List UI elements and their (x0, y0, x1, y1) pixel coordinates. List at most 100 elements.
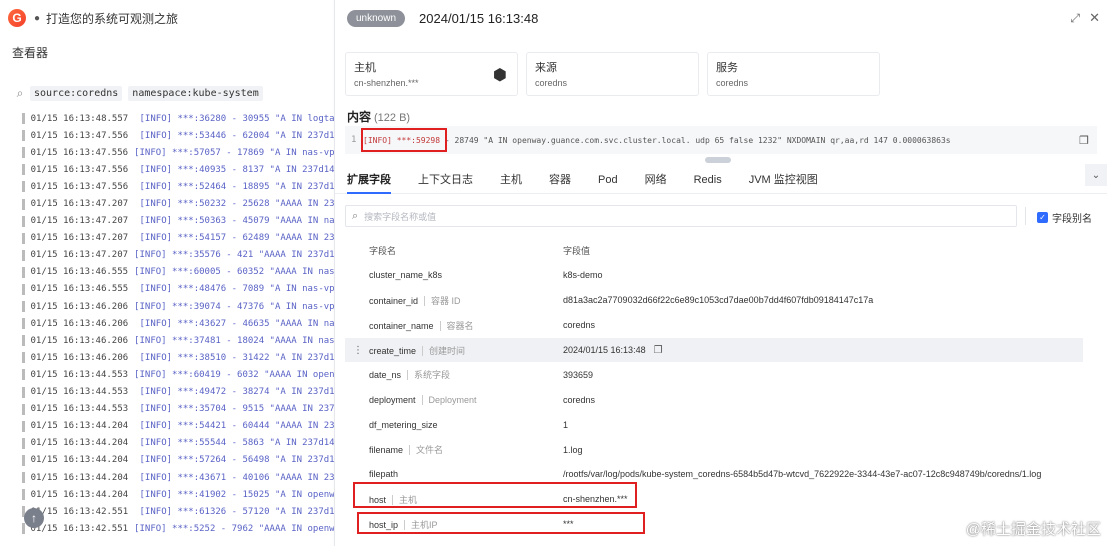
log-row[interactable]: 01/15 16:13:47.556 [INFO] ***:40935 - 813… (0, 161, 340, 178)
search-token-namespace[interactable]: namespace:kube-system (128, 85, 263, 101)
log-row[interactable]: 01/15 16:13:44.553 [INFO] ***:35704 - 951… (0, 401, 340, 418)
tab-5[interactable]: 网络 (645, 166, 667, 194)
more-vertical-icon[interactable]: ⋮ (353, 345, 363, 356)
field-row[interactable]: deployment Deployment coredns (345, 387, 1083, 412)
tab-3[interactable]: 容器 (549, 166, 571, 194)
cube-icon: ⬢ (493, 67, 507, 84)
log-time: 01/15 16:13:46.206 (30, 318, 129, 329)
log-row[interactable]: 01/15 16:13:44.553 [INFO] ***:49472 - 382… (0, 384, 340, 401)
field-key: container_name (369, 320, 434, 331)
log-row[interactable]: 01/15 16:13:47.207 [INFO] ***:50363 - 450… (0, 213, 340, 230)
tab-2[interactable]: 主机 (500, 166, 522, 194)
field-name: container_id 容器 ID (369, 294, 461, 307)
log-row[interactable]: 01/15 16:13:44.204 [INFO] ***:55544 - 586… (0, 435, 340, 452)
field-value-text: 2024/01/15 16:13:48 (563, 344, 646, 355)
corner-watermark: @稀土掘金技术社区 (965, 521, 1101, 538)
copy-icon[interactable]: ❐ (1079, 134, 1089, 147)
copy-icon[interactable]: ❐ (654, 345, 663, 356)
fullscreen-icon[interactable]: ⤢ (1070, 11, 1080, 26)
resize-handle[interactable] (705, 157, 731, 163)
field-search-input[interactable]: ⌕ 搜索字段名称或值 (345, 205, 1017, 227)
field-row[interactable]: container_name 容器名 coredns (345, 313, 1083, 338)
chevron-down-icon[interactable]: ⌄ (1085, 164, 1107, 186)
log-row[interactable]: 01/15 16:13:47.207 [INFO] ***:54157 - 624… (0, 230, 340, 247)
log-row[interactable]: 01/15 16:13:42.551 [INFO] ***:5252 - 7962… (0, 520, 340, 537)
log-row[interactable]: 01/15 16:13:44.553 [INFO] ***:60419 - 603… (0, 366, 340, 383)
app-logo-icon[interactable]: G (8, 9, 26, 27)
card-value: coredns (716, 78, 749, 88)
field-alias: 容器 ID (424, 295, 461, 306)
log-row[interactable]: 01/15 16:13:44.204 [INFO] ***:54421 - 604… (0, 418, 340, 435)
log-level-bar (22, 283, 25, 295)
log-row[interactable]: 01/15 16:13:47.556 [INFO] ***:52464 - 188… (0, 178, 340, 195)
field-alias: 文件名 (409, 445, 444, 456)
service-card[interactable]: 服务 coredns (707, 52, 880, 96)
field-name: deployment Deployment (369, 394, 477, 405)
log-row[interactable]: 01/15 16:13:42.551 [INFO] ***:61326 - 571… (0, 503, 340, 520)
field-value[interactable]: 1 (563, 420, 568, 430)
log-row[interactable]: 01/15 16:13:46.555 [INFO] ***:60005 - 603… (0, 264, 340, 281)
log-row[interactable]: 01/15 16:13:46.555 [INFO] ***:48476 - 708… (0, 281, 340, 298)
field-name: create_time 创建时间 (369, 344, 466, 357)
log-time: 01/15 16:13:44.204 (30, 472, 129, 483)
log-message: [INFO] ***:43671 - 40106 "AAAA IN 237 (139, 472, 340, 483)
scroll-to-top-icon[interactable]: ↑ (24, 508, 44, 528)
field-row[interactable]: date_ns 系统字段 393659 (345, 362, 1083, 387)
log-level-bar (22, 318, 25, 330)
field-row[interactable]: ⋮ create_time 创建时间 2024/01/15 16:13:48 ❐ (345, 337, 1083, 363)
field-row[interactable]: filename 文件名 1.log (345, 437, 1083, 462)
log-row[interactable]: 01/15 16:13:44.204 [INFO] ***:43671 - 401… (0, 469, 340, 486)
header-field-value: 字段值 (563, 245, 591, 256)
log-row[interactable]: 01/15 16:13:46.206 [INFO] ***:39074 - 473… (0, 298, 340, 315)
log-level-bar (22, 147, 25, 159)
log-message: [INFO] ***:57264 - 56498 "A IN 237d14 (139, 455, 340, 466)
log-row[interactable]: 01/15 16:13:47.207 [INFO] ***:35576 - 421… (0, 247, 340, 264)
status-badge: unknown (347, 9, 406, 27)
field-row[interactable]: container_id 容器 ID d81a3ac2a7709032d66f22c… (345, 288, 1083, 313)
log-search-bar[interactable]: ⌕ source:coredns namespace:kube-system (10, 82, 335, 104)
log-row[interactable]: 01/15 16:13:47.556 [INFO] ***:57057 - 178… (0, 144, 340, 161)
tab-7[interactable]: JVM 监控视图 (749, 166, 818, 194)
log-row[interactable]: 01/15 16:13:46.206 [INFO] ***:43627 - 466… (0, 315, 340, 332)
log-row[interactable]: 01/15 16:13:44.204 [INFO] ***:41902 - 150… (0, 486, 340, 503)
log-message: [INFO] ***:61326 - 57120 "A IN 237d14 (139, 506, 340, 517)
field-value[interactable]: k8s-demo (563, 270, 603, 280)
field-value[interactable]: 393659 (563, 370, 593, 380)
log-row[interactable]: 01/15 16:13:48.557 [INFO] ***:36280 - 309… (0, 110, 340, 127)
field-value[interactable]: 1.log (563, 445, 583, 455)
checkbox-checked-icon[interactable]: ✓ (1037, 212, 1048, 223)
field-row[interactable]: df_metering_size 1 (345, 412, 1083, 437)
field-value[interactable]: 2024/01/15 16:13:48 ❐ (563, 345, 663, 356)
field-value-text: 393659 (563, 369, 594, 380)
log-message: [INFO] ***:53446 - 62004 "A IN 237d14 (139, 130, 340, 141)
field-name: filepath (369, 469, 398, 479)
field-alias-toggle[interactable]: ✓ 字段别名 (1037, 210, 1092, 225)
log-content-box[interactable]: 1 [INFO] ***:59298 - 28749 "A IN openway… (345, 126, 1097, 154)
log-row[interactable]: 01/15 16:13:47.207 [INFO] ***:50232 - 256… (0, 195, 340, 212)
card-value: cn-shenzhen.*** (354, 78, 419, 88)
tab-0[interactable]: 扩展字段 (347, 166, 391, 194)
field-alias-label: 字段别名 (1052, 214, 1092, 225)
field-value[interactable]: coredns (563, 395, 595, 405)
dot-icon: ● (34, 12, 41, 24)
field-key: create_time (369, 345, 417, 356)
field-value[interactable]: coredns (563, 320, 595, 330)
log-row[interactable]: 01/15 16:13:46.206 [INFO] ***:38510 - 314… (0, 349, 340, 366)
log-time: 01/15 16:13:44.204 (30, 489, 129, 500)
field-value[interactable]: /rootfs/var/log/pods/kube-system_coredns… (563, 469, 1041, 479)
host-card[interactable]: 主机 cn-shenzhen.*** ⬢ (345, 52, 518, 96)
close-icon[interactable]: ✕ (1089, 10, 1100, 26)
field-value[interactable]: d81a3ac2a7709032d66f22c6e89c1053cd7dae00… (563, 295, 873, 305)
field-value-text: k8s-demo (563, 270, 603, 281)
source-card[interactable]: 来源 coredns (526, 52, 699, 96)
tab-1[interactable]: 上下文日志 (418, 166, 473, 194)
log-row[interactable]: 01/15 16:13:44.204 [INFO] ***:57264 - 564… (0, 452, 340, 469)
tab-6[interactable]: Redis (694, 166, 722, 194)
log-message: [INFO] ***:35576 - 421 "AAAA IN 237d14 (134, 250, 340, 261)
tab-4[interactable]: Pod (598, 166, 618, 194)
field-row[interactable]: cluster_name_k8s k8s-demo (345, 263, 1083, 288)
log-row[interactable]: 01/15 16:13:47.556 [INFO] ***:53446 - 620… (0, 127, 340, 144)
field-value-text: 1 (563, 419, 569, 430)
search-token-source[interactable]: source:coredns (30, 85, 123, 101)
log-row[interactable]: 01/15 16:13:46.206 [INFO] ***:37481 - 180… (0, 332, 340, 349)
